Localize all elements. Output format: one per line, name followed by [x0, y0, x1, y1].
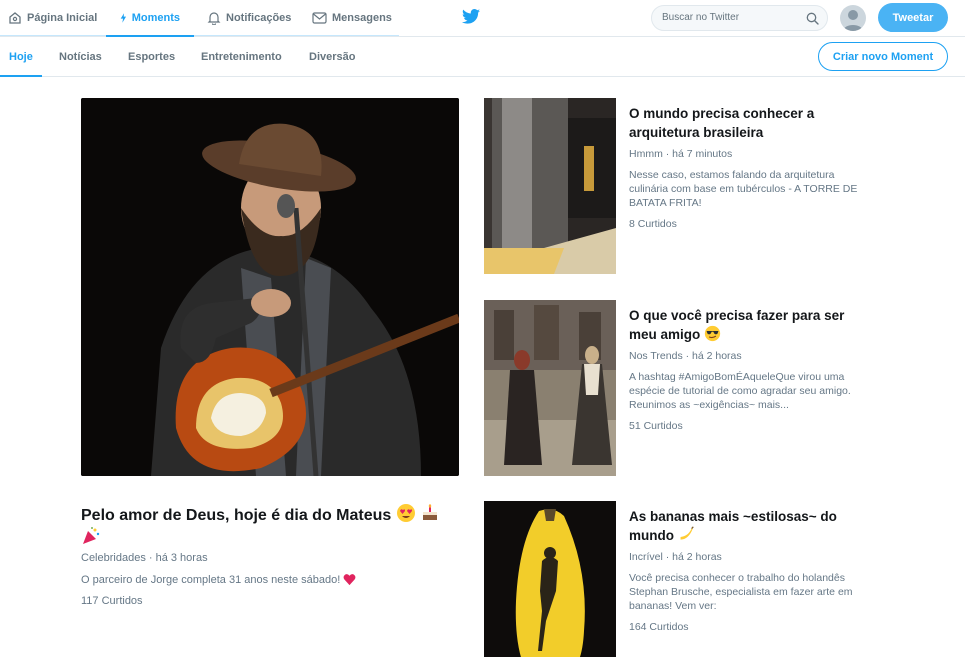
tab-esportes[interactable]: Esportes: [128, 37, 175, 77]
card-1-image[interactable]: [484, 98, 616, 274]
card-2-photo: [484, 300, 616, 476]
hero-title[interactable]: Pelo amor de Deus, hoje é dia do Mateus: [81, 503, 461, 549]
card-1-description: Nesse caso, estamos falando da arquitetu…: [629, 169, 858, 209]
nav-notifications[interactable]: Notificações: [207, 0, 291, 36]
hero-photo: [81, 98, 459, 476]
card-3-photo: [484, 501, 616, 657]
card-3-meta: Incrível · há 2 horas: [629, 551, 722, 563]
home-icon: [9, 12, 21, 24]
hero-title-text: Pelo amor de Deus, hoje é dia do Mateus: [81, 507, 392, 524]
envelope-icon: [312, 12, 327, 24]
hero-description-text: O parceiro de Jorge completa 31 anos nes…: [81, 574, 341, 586]
top-navigation: Página Inicial Moments Notificações Mens…: [0, 0, 965, 37]
card-3-title-text: As bananas mais ~estilosas~ do mundo: [629, 509, 837, 543]
moments-tabs: Hoje Notícias Esportes Entretenimento Di…: [0, 37, 965, 77]
create-moment-button[interactable]: Criar novo Moment: [818, 42, 948, 71]
nav-messages-label: Mensagens: [332, 12, 392, 24]
card-3-description: Você precisa conhecer o trabalho do hola…: [629, 572, 853, 612]
tweet-button[interactable]: Tweetar: [878, 3, 948, 32]
nav-messages[interactable]: Mensagens: [312, 0, 392, 36]
search-box[interactable]: [651, 5, 828, 31]
card-2-description: A hashtag #AmigoBomÉAqueleQue virou uma …: [629, 371, 851, 411]
card-1-photo: [484, 98, 616, 274]
nav-home-label: Página Inicial: [27, 12, 98, 24]
nav-divider: [0, 35, 399, 36]
moment-card-1[interactable]: O mundo precisa conhecer a arquitetura b…: [484, 98, 884, 274]
card-3-image[interactable]: [484, 501, 616, 657]
lightning-icon: [120, 12, 127, 23]
card-1-meta: Hmmm · há 7 minutos: [629, 148, 733, 160]
heart-emoji-icon: [343, 574, 356, 586]
avatar[interactable]: [840, 5, 866, 31]
user-avatar-icon: [843, 10, 863, 31]
search-input[interactable]: [662, 12, 802, 23]
hero-description: O parceiro de Jorge completa 31 anos nes…: [81, 573, 356, 586]
nav-notifications-label: Notificações: [226, 12, 292, 24]
card-2-title[interactable]: O que você precisa fazer para ser meu am…: [629, 306, 869, 344]
hero-image[interactable]: [81, 98, 459, 476]
card-1-likes: 8 Curtidos: [629, 218, 677, 230]
card-2-title-text: O que você precisa fazer para ser meu am…: [629, 308, 845, 342]
hero-meta: Celebridades · há 3 horas: [81, 552, 208, 564]
heart-eyes-emoji-icon: [396, 504, 415, 522]
party-popper-emoji-icon: [83, 527, 100, 544]
search-icon[interactable]: [806, 12, 819, 25]
card-2-likes: 51 Curtidos: [629, 420, 683, 432]
tab-diversao[interactable]: Diversão: [309, 37, 355, 77]
banana-emoji-icon: [680, 526, 694, 540]
cake-emoji-icon: [423, 504, 438, 520]
bell-icon: [207, 12, 221, 25]
twitter-bird-icon[interactable]: [462, 9, 480, 24]
card-2-meta: Nos Trends · há 2 horas: [629, 350, 742, 362]
card-2-image[interactable]: [484, 300, 616, 476]
nav-moments[interactable]: Moments: [106, 0, 194, 37]
moment-card-2[interactable]: O que você precisa fazer para ser meu am…: [484, 300, 884, 476]
tab-entretenimento[interactable]: Entretenimento: [201, 37, 282, 77]
card-1-title[interactable]: O mundo precisa conhecer a arquitetura b…: [629, 104, 869, 142]
tab-hoje[interactable]: Hoje: [0, 37, 42, 77]
tab-noticias[interactable]: Notícias: [59, 37, 102, 77]
hero-likes: 117 Curtidos: [81, 595, 143, 607]
nav-moments-label: Moments: [131, 11, 180, 24]
moment-card-3[interactable]: As bananas mais ~estilosas~ do mundo Inc…: [484, 501, 884, 657]
card-3-likes: 164 Curtidos: [629, 621, 689, 633]
sunglasses-emoji-icon: [704, 325, 721, 342]
card-3-title[interactable]: As bananas mais ~estilosas~ do mundo: [629, 507, 869, 545]
nav-home[interactable]: Página Inicial: [8, 0, 97, 36]
